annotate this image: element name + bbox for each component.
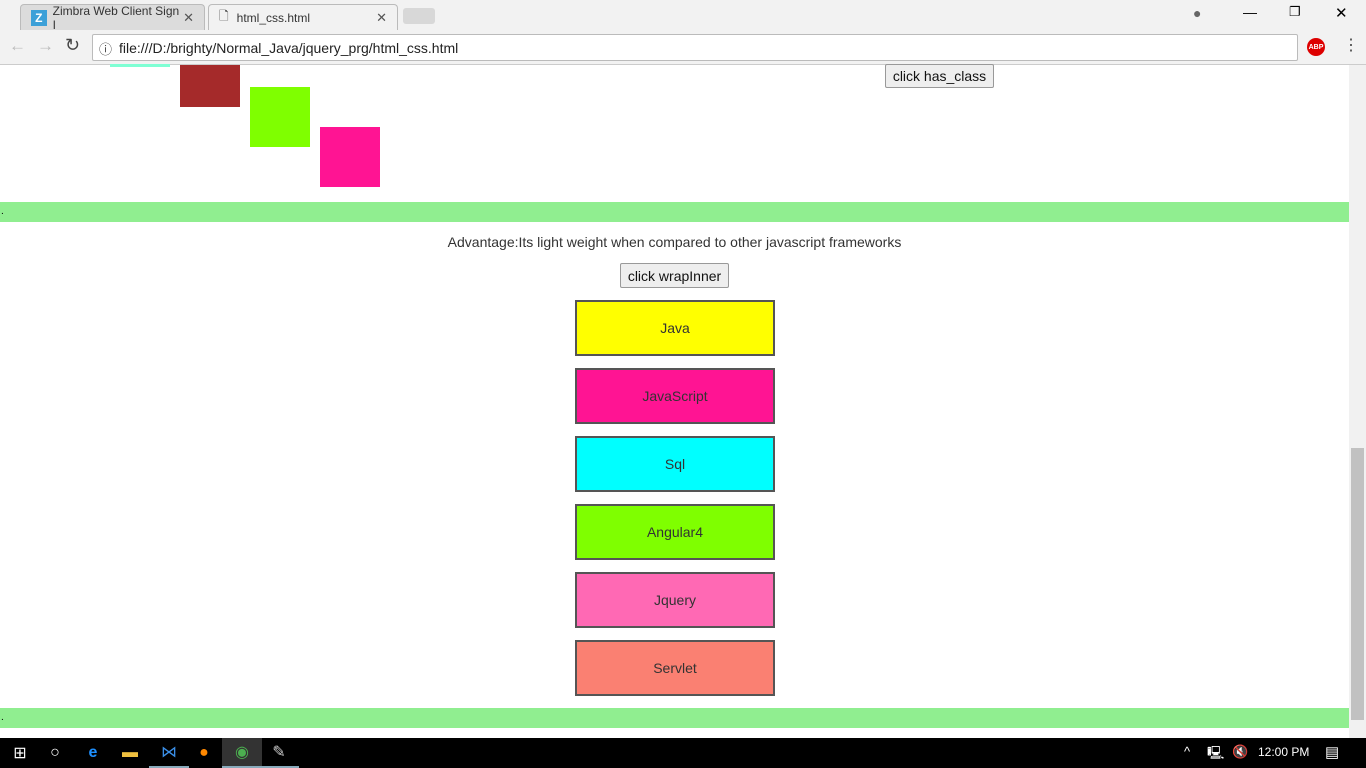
tab-label: Zimbra Web Client Sign I: [52, 3, 180, 32]
visual-studio-icon[interactable]: ⋈: [149, 738, 189, 768]
zimbra-icon: Z: [31, 9, 47, 26]
square-aquamarine: [110, 64, 170, 67]
square-pink: [320, 127, 380, 187]
list-item-sql: Sql: [575, 436, 775, 492]
info-icon: ⓘ: [99, 42, 113, 57]
address-bar[interactable]: ⓘ file:///D:/brighty/Normal_Java/jquery_…: [92, 34, 1298, 61]
adblock-icon[interactable]: ABP: [1307, 38, 1325, 56]
chrome-icon[interactable]: ◉: [222, 738, 262, 768]
windows-start-icon[interactable]: ⊞: [0, 738, 40, 768]
divider-bar-bottom: .: [0, 708, 1349, 728]
list-item-javascript: JavaScript: [575, 368, 775, 424]
close-tab-icon[interactable]: ✕: [183, 10, 194, 26]
advantage-text: Advantage:Its light weight when compared…: [447, 234, 902, 250]
close-window-button[interactable]: ✕: [1335, 4, 1348, 22]
clock[interactable]: 12:00 PM: [1258, 745, 1309, 759]
list-item-jquery: Jquery: [575, 572, 775, 628]
tab-html-css[interactable]: 🗋 html_css.html ✕: [208, 4, 398, 30]
back-icon[interactable]: ←: [9, 36, 26, 56]
square-green: [250, 87, 310, 147]
restore-button[interactable]: ❐: [1289, 4, 1301, 20]
paint-icon[interactable]: ✎: [259, 738, 299, 768]
firefox-icon[interactable]: ●: [184, 738, 224, 768]
tab-strip: Z Zimbra Web Client Sign I ✕ 🗋 html_css.…: [0, 0, 1366, 32]
scrollbar-thumb[interactable]: [1351, 448, 1364, 720]
file-icon: 🗋: [219, 9, 229, 23]
tab-label: html_css.html: [236, 10, 311, 25]
edge-icon[interactable]: e: [73, 738, 113, 768]
tab-zimbra[interactable]: Z Zimbra Web Client Sign I ✕: [20, 3, 205, 32]
wrap-inner-button[interactable]: click wrapInner: [620, 263, 729, 288]
list-item-java: Java: [575, 300, 775, 356]
volume-muted-icon[interactable]: 🔇: [1232, 744, 1248, 760]
tray-chevron-icon[interactable]: ^: [1184, 744, 1190, 759]
list-item-angular4: Angular4: [575, 504, 775, 560]
close-tab-icon[interactable]: ✕: [376, 10, 387, 26]
has-class-button[interactable]: click has_class: [885, 64, 994, 88]
square-brown: [180, 65, 240, 107]
search-circle-icon[interactable]: ○: [35, 738, 75, 768]
reload-icon[interactable]: ↻: [65, 35, 80, 56]
divider-bar: .: [0, 202, 1349, 222]
network-icon[interactable]: 🖳: [1207, 744, 1224, 766]
profile-icon[interactable]: ●: [1193, 5, 1201, 21]
new-tab-button[interactable]: [403, 8, 435, 24]
forward-icon[interactable]: →: [37, 36, 54, 56]
url-text[interactable]: file:///D:/brighty/Normal_Java/jquery_pr…: [119, 40, 458, 56]
list-item-servlet: Servlet: [575, 640, 775, 696]
minimize-button[interactable]: —: [1243, 4, 1257, 20]
menu-icon[interactable]: ⋮: [1343, 35, 1359, 55]
notifications-icon[interactable]: ▤: [1325, 743, 1339, 761]
file-explorer-icon[interactable]: ▬: [110, 738, 150, 768]
scrollbar[interactable]: [1349, 65, 1366, 738]
